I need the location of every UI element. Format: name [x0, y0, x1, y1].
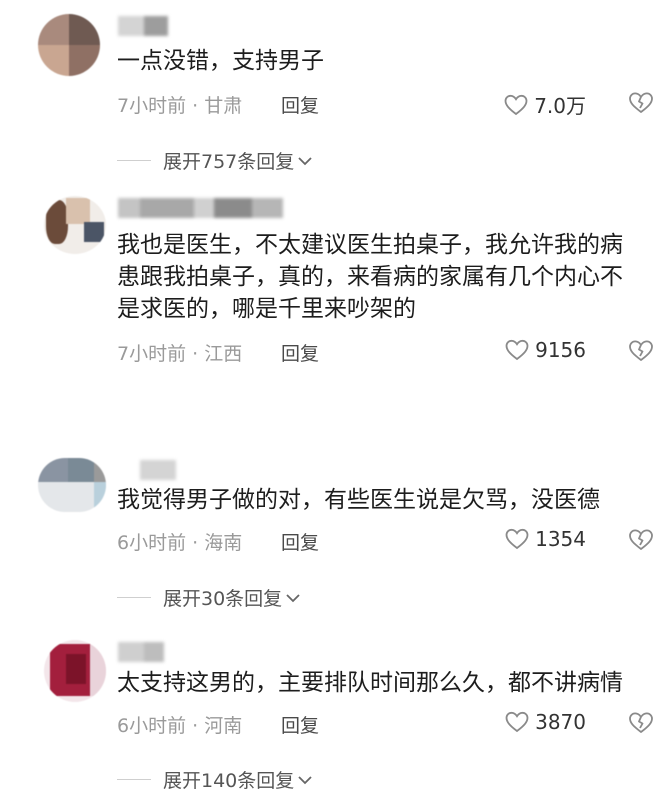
username-blurred[interactable]: [140, 460, 176, 480]
expand-replies-label: 展开30条回复: [163, 588, 283, 610]
like-count: 3870: [535, 710, 586, 734]
chevron-down-icon: [286, 593, 300, 602]
comment-text-line-3: 是求医的，哪是千里来吵架的: [117, 296, 416, 322]
expand-replies-label: 展开757条回复: [163, 151, 295, 173]
divider-line: [117, 779, 151, 780]
reply-button[interactable]: 回复: [281, 339, 319, 366]
comment-text-line-2: 患跟我拍桌子，真的，来看病的家属有几个内心不: [117, 264, 623, 290]
time-location: 7小时前 · 江西: [117, 343, 243, 365]
username-blurred[interactable]: [118, 16, 168, 36]
expand-replies-label: 展开140条回复: [163, 770, 295, 791]
avatar[interactable]: [44, 640, 106, 702]
comment-text: 一点没错，支持男子: [117, 48, 324, 74]
avatar[interactable]: [38, 14, 100, 76]
username-blurred[interactable]: [118, 642, 164, 662]
expand-replies-button[interactable]: 展开30条回复: [117, 584, 301, 611]
like-count: 9156: [535, 338, 586, 362]
heart-icon: [505, 711, 529, 733]
comment-text-line-1: 我也是医生，不太建议医生拍桌子，我允许我的病: [117, 232, 623, 258]
like-button[interactable]: 3870: [505, 710, 586, 734]
reply-button[interactable]: 回复: [281, 711, 319, 738]
reply-button[interactable]: 回复: [281, 91, 319, 118]
divider-line: [117, 597, 151, 598]
avatar[interactable]: [38, 458, 106, 512]
chevron-down-icon: [298, 775, 312, 784]
divider-line: [117, 160, 151, 161]
like-button[interactable]: 9156: [505, 338, 586, 362]
like-button[interactable]: 7.0万: [504, 90, 586, 119]
heart-icon: [505, 528, 529, 550]
broken-heart-icon[interactable]: [628, 528, 654, 552]
expand-replies-button[interactable]: 展开140条回复: [117, 766, 313, 791]
avatar[interactable]: [44, 196, 106, 254]
username-blurred[interactable]: [118, 198, 283, 218]
reply-button[interactable]: 回复: [281, 528, 319, 555]
chevron-down-icon: [298, 156, 312, 165]
expand-replies-button[interactable]: 展开757条回复: [117, 147, 313, 174]
time-location: 7小时前 · 甘肃: [117, 95, 243, 117]
comment-text: 我觉得男子做的对，有些医生说是欠骂，没医德: [117, 487, 600, 513]
like-count: 1354: [535, 527, 586, 551]
like-button[interactable]: 1354: [505, 527, 586, 551]
broken-heart-icon[interactable]: [628, 711, 654, 735]
comment-text: 太支持这男的，主要排队时间那么久，都不讲病情: [117, 670, 623, 696]
like-count: 7.0万: [534, 94, 586, 118]
time-location: 6小时前 · 海南: [117, 532, 243, 554]
broken-heart-icon[interactable]: [628, 339, 654, 363]
heart-icon: [505, 339, 529, 361]
heart-icon: [504, 94, 528, 115]
time-location: 6小时前 · 河南: [117, 715, 243, 737]
broken-heart-icon[interactable]: [628, 91, 654, 115]
